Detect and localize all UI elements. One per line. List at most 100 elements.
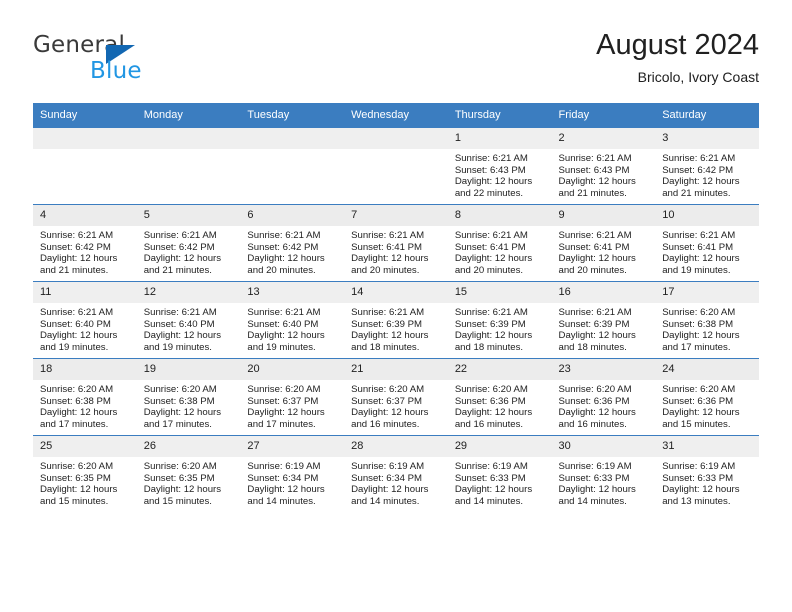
logo-text-blue: Blue (90, 58, 142, 84)
calendar-day-cell-22[interactable]: 22 Sunrise: 6:20 AM Sunset: 6:36 PM Dayligh… (447, 358, 552, 436)
calendar-day-cell-26[interactable]: 26 Sunrise: 6:20 AM Sunset: 6:35 PM Dayligh… (136, 435, 241, 512)
calendar-day-cell-empty (136, 127, 241, 205)
sunrise-text: Sunrise: 6:20 AM (247, 384, 321, 395)
day-details: Sunrise: 6:21 AM Sunset: 6:43 PM Daylight:… (552, 149, 656, 199)
sunset-text: Sunset: 6:42 PM (143, 241, 215, 253)
daylight-text: and 19 minutes. (143, 341, 212, 353)
title-block: August 2024 Bricolo, Ivory Coast (596, 28, 759, 87)
day-number: 3 (655, 128, 759, 149)
calendar-week-row: 1 Sunrise: 6:21 AM Sunset: 6:43 PM Daylight… (33, 127, 759, 205)
day-number: 31 (655, 436, 759, 457)
calendar-day-cell-16[interactable]: 16 Sunrise: 6:21 AM Sunset: 6:39 PM Dayligh… (551, 281, 656, 359)
calendar-day-cell-7[interactable]: 7 Sunrise: 6:21 AM Sunset: 6:41 PM Daylight… (344, 204, 448, 282)
day-details: Sunrise: 6:21 AM Sunset: 6:39 PM Daylight:… (344, 303, 448, 353)
calendar-day-cell-3[interactable]: 3 Sunrise: 6:21 AM Sunset: 6:42 PM Daylight… (655, 127, 759, 205)
sunset-text: Sunset: 6:38 PM (143, 395, 215, 407)
daylight-text: and 18 minutes. (558, 341, 627, 353)
calendar-day-cell-30[interactable]: 30 Sunrise: 6:19 AM Sunset: 6:33 PM Dayligh… (551, 435, 656, 512)
calendar-day-cell-19[interactable]: 19 Sunrise: 6:20 AM Sunset: 6:38 PM Dayligh… (136, 358, 241, 436)
calendar-day-cell-11[interactable]: 11 Sunrise: 6:21 AM Sunset: 6:40 PM Dayligh… (33, 281, 137, 359)
day-details: Sunrise: 6:21 AM Sunset: 6:42 PM Daylight:… (33, 226, 137, 276)
daylight-text: Daylight: 12 hours (662, 330, 740, 342)
day-details: Sunrise: 6:19 AM Sunset: 6:33 PM Daylight:… (448, 457, 552, 507)
day-details: Sunrise: 6:21 AM Sunset: 6:41 PM Daylight:… (448, 226, 552, 276)
calendar-day-cell-28[interactable]: 28 Sunrise: 6:19 AM Sunset: 6:34 PM Dayligh… (344, 435, 448, 512)
calendar-day-cell-10[interactable]: 10 Sunrise: 6:21 AM Sunset: 6:41 PM Dayligh… (655, 204, 759, 282)
day-number: 1 (447, 128, 552, 149)
calendar-week-row: 25 Sunrise: 6:20 AM Sunset: 6:35 PM Dayligh… (33, 435, 759, 512)
calendar-day-cell-20[interactable]: 20 Sunrise: 6:20 AM Sunset: 6:37 PM Dayligh… (240, 358, 345, 436)
sunset-text: Sunset: 6:37 PM (247, 395, 319, 407)
page-header: General Blue August 2024 Bricolo, Ivory … (33, 28, 759, 96)
calendar-day-cell-15[interactable]: 15 Sunrise: 6:21 AM Sunset: 6:39 PM Dayligh… (447, 281, 552, 359)
sunrise-text: Sunrise: 6:19 AM (247, 461, 321, 472)
sunrise-sunset-calendar: Sunday Monday Tuesday Wednesday Thursday Frid… (33, 103, 759, 512)
daylight-text: and 17 minutes. (143, 418, 212, 430)
weekday-header-thursday: Thursday (447, 103, 552, 128)
daylight-text: and 13 minutes. (662, 495, 731, 507)
day-number: 6 (240, 205, 345, 226)
calendar-day-cell-24[interactable]: 24 Sunrise: 6:20 AM Sunset: 6:36 PM Dayligh… (655, 358, 759, 436)
sunrise-text: Sunrise: 6:21 AM (662, 230, 736, 241)
day-details: Sunrise: 6:20 AM Sunset: 6:37 PM Daylight:… (240, 380, 344, 430)
day-number: 30 (551, 436, 656, 457)
day-number: 20 (240, 359, 345, 380)
sunrise-text: Sunrise: 6:21 AM (558, 230, 632, 241)
calendar-day-cell-31[interactable]: 31 Sunrise: 6:19 AM Sunset: 6:33 PM Dayligh… (655, 435, 759, 512)
day-number: 18 (33, 359, 137, 380)
sunrise-text: Sunrise: 6:20 AM (143, 461, 217, 472)
calendar-page: General Blue August 2024 Bricolo, Ivory … (0, 0, 792, 612)
daylight-text: Daylight: 12 hours (143, 330, 222, 342)
sunrise-text: Sunrise: 6:20 AM (662, 384, 736, 395)
calendar-day-cell-6[interactable]: 6 Sunrise: 6:21 AM Sunset: 6:42 PM Daylight… (240, 204, 345, 282)
calendar-day-cell-13[interactable]: 13 Sunrise: 6:21 AM Sunset: 6:40 PM Dayligh… (240, 281, 345, 359)
calendar-day-cell-14[interactable]: 14 Sunrise: 6:21 AM Sunset: 6:39 PM Dayligh… (344, 281, 448, 359)
daylight-text: and 20 minutes. (558, 264, 627, 276)
day-number: 25 (33, 436, 137, 457)
day-details (344, 149, 448, 153)
day-details: Sunrise: 6:20 AM Sunset: 6:38 PM Daylight:… (33, 380, 137, 430)
calendar-day-cell-21[interactable]: 21 Sunrise: 6:20 AM Sunset: 6:37 PM Dayligh… (344, 358, 448, 436)
day-number: 19 (136, 359, 241, 380)
daylight-text: Daylight: 12 hours (558, 484, 636, 496)
daylight-text: Daylight: 12 hours (40, 330, 118, 342)
sunset-text: Sunset: 6:34 PM (247, 472, 319, 484)
day-number: 27 (240, 436, 345, 457)
calendar-day-cell-1[interactable]: 1 Sunrise: 6:21 AM Sunset: 6:43 PM Daylight… (447, 127, 552, 205)
calendar-day-cell-27[interactable]: 27 Sunrise: 6:19 AM Sunset: 6:34 PM Dayligh… (240, 435, 345, 512)
calendar-day-cell-12[interactable]: 12 Sunrise: 6:21 AM Sunset: 6:40 PM Dayligh… (136, 281, 241, 359)
calendar-day-cell-empty (240, 127, 345, 205)
daylight-text: Daylight: 12 hours (454, 407, 533, 419)
day-number (33, 128, 137, 149)
day-number: 15 (447, 282, 552, 303)
day-number: 8 (447, 205, 552, 226)
day-details (33, 149, 137, 153)
sunrise-text: Sunrise: 6:21 AM (351, 307, 425, 318)
daylight-text: and 14 minutes. (558, 495, 627, 507)
day-details: Sunrise: 6:21 AM Sunset: 6:43 PM Daylight:… (448, 149, 552, 199)
calendar-day-cell-8[interactable]: 8 Sunrise: 6:21 AM Sunset: 6:41 PM Daylight… (447, 204, 552, 282)
calendar-day-cell-18[interactable]: 18 Sunrise: 6:20 AM Sunset: 6:38 PM Dayligh… (33, 358, 137, 436)
page-subtitle: Bricolo, Ivory Coast (637, 69, 759, 85)
day-details: Sunrise: 6:21 AM Sunset: 6:40 PM Daylight:… (33, 303, 137, 353)
calendar-day-cell-empty (344, 127, 448, 205)
daylight-text: Daylight: 12 hours (662, 407, 740, 419)
calendar-day-cell-17[interactable]: 17 Sunrise: 6:20 AM Sunset: 6:38 PM Dayligh… (655, 281, 759, 359)
sunrise-text: Sunrise: 6:19 AM (662, 461, 736, 472)
daylight-text: Daylight: 12 hours (454, 484, 533, 496)
calendar-day-cell-9[interactable]: 9 Sunrise: 6:21 AM Sunset: 6:41 PM Daylight… (551, 204, 656, 282)
day-details: Sunrise: 6:20 AM Sunset: 6:35 PM Daylight:… (33, 457, 137, 507)
calendar-day-cell-4[interactable]: 4 Sunrise: 6:21 AM Sunset: 6:42 PM Daylight… (33, 204, 137, 282)
calendar-day-cell-5[interactable]: 5 Sunrise: 6:21 AM Sunset: 6:42 PM Daylight… (136, 204, 241, 282)
general-blue-logo[interactable]: General Blue (33, 32, 243, 90)
sunset-text: Sunset: 6:36 PM (558, 395, 630, 407)
sunrise-text: Sunrise: 6:21 AM (454, 307, 528, 318)
calendar-day-cell-2[interactable]: 2 Sunrise: 6:21 AM Sunset: 6:43 PM Daylight… (551, 127, 656, 205)
daylight-text: Daylight: 12 hours (40, 253, 118, 265)
day-number: 17 (655, 282, 759, 303)
day-details (240, 149, 344, 153)
calendar-day-cell-29[interactable]: 29 Sunrise: 6:19 AM Sunset: 6:33 PM Dayligh… (447, 435, 552, 512)
calendar-day-cell-23[interactable]: 23 Sunrise: 6:20 AM Sunset: 6:36 PM Dayligh… (551, 358, 656, 436)
calendar-day-cell-25[interactable]: 25 Sunrise: 6:20 AM Sunset: 6:35 PM Dayligh… (33, 435, 137, 512)
weekday-header-sunday: Sunday (33, 103, 137, 128)
